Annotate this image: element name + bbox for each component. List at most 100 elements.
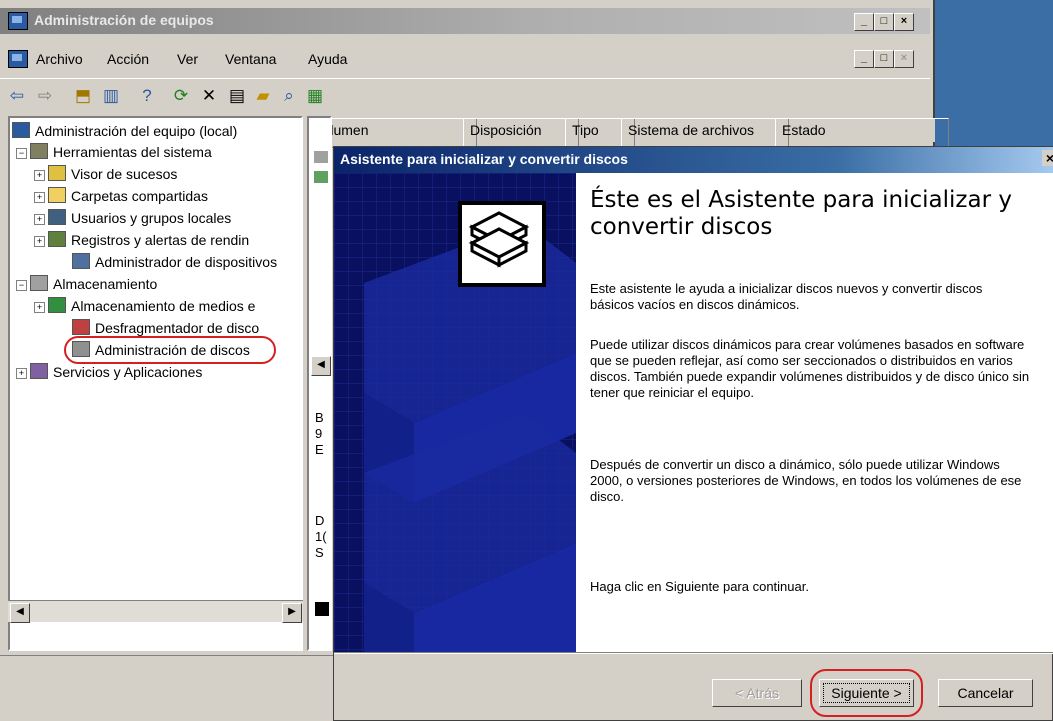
col-disposicion[interactable]: Disposición	[463, 118, 579, 148]
mdi-close-button[interactable]: ×	[894, 50, 914, 68]
menu-ver[interactable]: Ver	[177, 51, 198, 67]
tree-horizontal-scrollbar[interactable]: ◀ ▶	[8, 600, 303, 623]
forward-icon[interactable]: ⇨	[34, 85, 56, 107]
expand-toggle[interactable]: +	[34, 214, 45, 225]
dialog-title-bar[interactable]: Asistente para inicializar y convertir d…	[334, 147, 1053, 173]
collapse-toggle[interactable]: −	[16, 148, 27, 159]
legend-swatch	[315, 602, 329, 616]
tree-item-visor[interactable]: Visor de sucesos	[48, 165, 177, 182]
show-hide-tree-icon[interactable]: ▥	[100, 85, 122, 107]
tree-item-label: Almacenamiento de medios e	[71, 298, 256, 314]
volume-icon	[314, 151, 328, 163]
expand-toggle[interactable]: +	[34, 170, 45, 181]
delete-icon[interactable]: ✕	[198, 85, 220, 107]
tree-item-medios[interactable]: Almacenamiento de medios e	[48, 297, 255, 314]
column-header: Volumen Disposición Tipo Sistema de arch…	[307, 118, 949, 148]
tree-item-usuarios[interactable]: Usuarios y grupos locales	[48, 209, 231, 226]
users-icon	[48, 209, 66, 225]
tree-item-label: Desfragmentador de disco	[95, 320, 260, 336]
volume-icon	[314, 171, 328, 183]
wizard-content: Éste es el Asistente para inicializar y …	[576, 173, 1053, 652]
dialog-close-button[interactable]: ×	[1042, 150, 1053, 166]
tree-item-label: Carpetas compartidas	[71, 188, 208, 204]
storage-icon	[30, 275, 48, 291]
tree-item-label: Visor de sucesos	[71, 166, 178, 182]
tree-item-dispositivos[interactable]: Administrador de dispositivos	[72, 253, 277, 270]
tree-item-herramientas[interactable]: Herramientas del sistema	[30, 143, 212, 160]
defragmenter-icon	[72, 319, 90, 335]
dialog-separator	[334, 652, 1053, 654]
scroll-left-button[interactable]: ◀	[311, 356, 331, 376]
back-button-label: < Atrás	[735, 685, 779, 701]
dialog-title: Asistente para inicializar y convertir d…	[340, 151, 628, 167]
open-icon[interactable]: ▰	[252, 85, 274, 107]
tree-root[interactable]: Administración del equipo (local)	[12, 122, 237, 139]
tree-item-label: Almacenamiento	[53, 276, 158, 292]
back-button[interactable]: < Atrás	[712, 679, 802, 707]
scroll-right-button[interactable]: ▶	[282, 603, 302, 623]
mmc-doc-icon[interactable]	[8, 50, 28, 68]
mdi-minimize-button[interactable]: _	[854, 50, 874, 68]
search-icon[interactable]: ⌕	[278, 85, 300, 107]
computer-icon	[12, 122, 30, 138]
help-icon[interactable]: ?	[136, 85, 158, 107]
wizard-heading: Éste es el Asistente para inicializar y …	[590, 187, 1012, 240]
col-estado[interactable]: Estado	[775, 118, 949, 148]
console-tree: Administración del equipo (local) − Herr…	[8, 116, 303, 651]
toolbar: ⇦ ⇨ ⬒ ▥ ? ⟳ ✕ ▤ ▰ ⌕ ▦	[0, 78, 930, 112]
disk-info-text: D	[315, 513, 325, 528]
tree-item-label: Administrador de dispositivos	[95, 254, 278, 270]
cancel-button[interactable]: Cancelar	[938, 679, 1033, 707]
wizard-paragraph-2: Puede utilizar discos dinámicos para cre…	[590, 337, 1030, 400]
main-title-bar[interactable]: Administración de equipos _ □ ×	[0, 8, 930, 34]
expand-toggle[interactable]: +	[34, 302, 45, 313]
disk-info-text: 9	[315, 426, 323, 441]
minimize-button[interactable]: _	[854, 13, 874, 31]
next-highlight-circle	[810, 669, 923, 717]
menu-ventana[interactable]: Ventana	[225, 51, 276, 67]
tree-item-label: Usuarios y grupos locales	[71, 210, 232, 226]
computer-management-icon	[8, 12, 28, 30]
services-icon	[30, 363, 48, 379]
wizard-paragraph-1: Este asistente le ayuda a inicializar di…	[590, 281, 983, 312]
performance-logs-icon	[48, 231, 66, 247]
refresh-icon[interactable]: ⟳	[170, 85, 192, 107]
tree-item-carpetas[interactable]: Carpetas compartidas	[48, 187, 208, 204]
removable-storage-icon	[48, 297, 66, 313]
up-folder-icon[interactable]: ⬒	[72, 85, 94, 107]
disk-info-text: 1(	[315, 529, 327, 544]
menu-bar: Archivo Acción Ver Ventana Ayuda _ □ ×	[0, 46, 930, 72]
event-viewer-icon	[48, 165, 66, 181]
mdi-restore-button[interactable]: □	[874, 50, 894, 68]
properties-icon[interactable]: ▤	[226, 85, 248, 107]
menu-ayuda[interactable]: Ayuda	[308, 51, 347, 67]
disk-stack-graphic	[468, 211, 530, 268]
expand-toggle[interactable]: +	[34, 192, 45, 203]
disk-info-text: S	[315, 545, 324, 560]
wizard-paragraph-4: Haga clic en Siguiente para continuar.	[590, 579, 809, 594]
menu-archivo[interactable]: Archivo	[36, 51, 83, 67]
col-sistema-archivos[interactable]: Sistema de archivos	[621, 118, 789, 148]
shared-folder-icon	[48, 187, 66, 203]
tree-item-desfragmentador[interactable]: Desfragmentador de disco	[72, 319, 259, 336]
close-button[interactable]: ×	[894, 13, 914, 31]
disk-info-text: B	[315, 410, 324, 425]
tree-item-label: Servicios y Aplicaciones	[53, 364, 203, 380]
scroll-left-button[interactable]: ◀	[10, 603, 30, 623]
col-volumen[interactable]: Volumen	[307, 118, 477, 148]
window-title: Administración de equipos	[34, 12, 214, 28]
tree-root-label: Administración del equipo (local)	[35, 123, 238, 139]
maximize-button[interactable]: □	[874, 13, 894, 31]
menu-accion[interactable]: Acción	[107, 51, 149, 67]
cancel-button-label: Cancelar	[957, 685, 1014, 701]
tree-item-almacenamiento[interactable]: Almacenamiento	[30, 275, 157, 292]
expand-toggle[interactable]: +	[16, 368, 27, 379]
tree-item-servicios[interactable]: Servicios y Aplicaciones	[30, 363, 202, 380]
back-icon[interactable]: ⇦	[6, 85, 28, 107]
expand-toggle[interactable]: +	[34, 236, 45, 247]
collapse-toggle[interactable]: −	[16, 280, 27, 291]
device-manager-icon	[72, 253, 90, 269]
export-icon[interactable]: ▦	[304, 85, 326, 107]
wizard-paragraph-3: Después de convertir un disco a dinámico…	[590, 457, 1022, 504]
tree-item-registros[interactable]: Registros y alertas de rendin	[48, 231, 249, 248]
